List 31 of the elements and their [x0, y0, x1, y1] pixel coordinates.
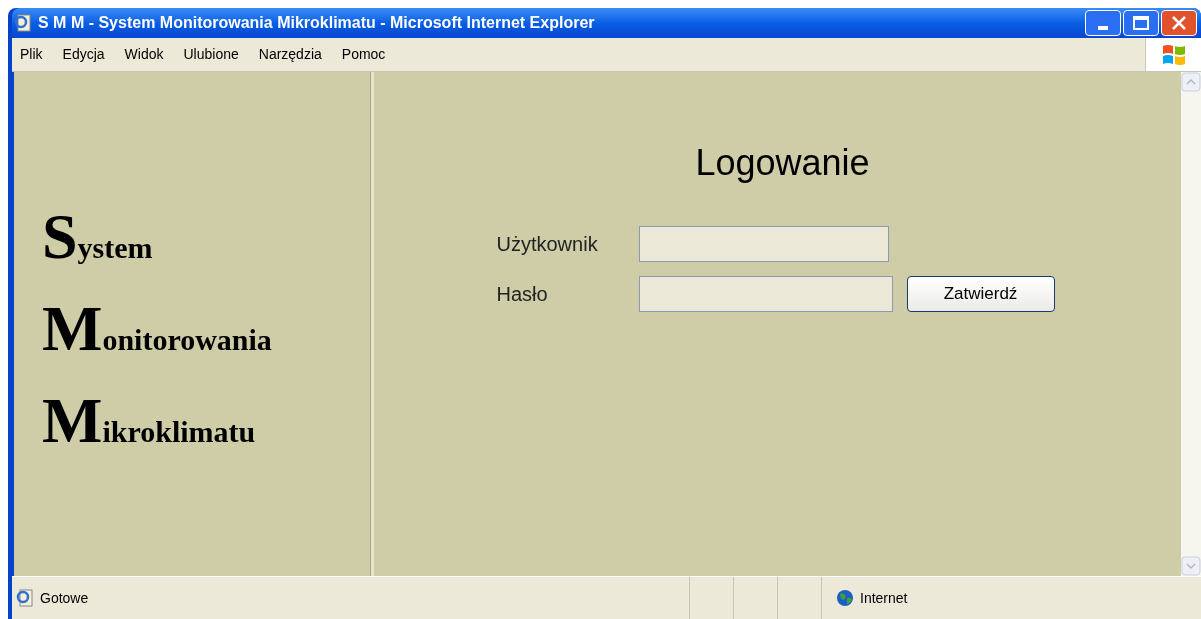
scrollbar[interactable] — [1181, 72, 1201, 576]
status-text: Gotowe — [40, 588, 89, 608]
window-title: S M M - System Monitorowania Mikroklimatu - Microsoft Internet Explorer — [38, 13, 595, 33]
page-icon — [14, 14, 32, 32]
logo-line: Mikroklimatu — [42, 389, 257, 453]
field-label: Hasło — [496, 282, 549, 307]
maximize-icon — [1133, 16, 1149, 30]
scroll-down-icon — [1181, 556, 1201, 576]
page-icon — [16, 589, 34, 607]
field-label: Użytkownik — [496, 232, 599, 257]
close-button[interactable] — [1161, 10, 1197, 36]
menu-item[interactable]: Widok — [124, 44, 164, 65]
logo-line: Monitorowania — [42, 297, 273, 361]
menu-item[interactable]: Edycja — [62, 44, 105, 65]
logo-line: System — [42, 205, 154, 269]
login-title: Logowanie — [695, 141, 870, 185]
menu-item[interactable]: Narzędzia — [258, 44, 322, 65]
minimize-button[interactable] — [1085, 10, 1121, 36]
maximize-button[interactable] — [1123, 10, 1159, 36]
menu-item[interactable]: Plik — [20, 44, 43, 65]
submit-button[interactable]: Zatwierdź — [906, 276, 1055, 312]
minimize-icon — [1098, 26, 1108, 30]
zone-text: Internet — [860, 588, 908, 608]
menu-item[interactable]: Ulubione — [183, 44, 239, 65]
globe-icon — [836, 589, 854, 607]
windows-logo-icon — [1160, 42, 1187, 67]
username-field[interactable] — [638, 226, 889, 262]
scroll-up-icon — [1181, 72, 1201, 92]
menu-item[interactable]: Pomoc — [341, 44, 386, 65]
close-icon — [1171, 15, 1187, 31]
password-field[interactable] — [638, 276, 893, 312]
